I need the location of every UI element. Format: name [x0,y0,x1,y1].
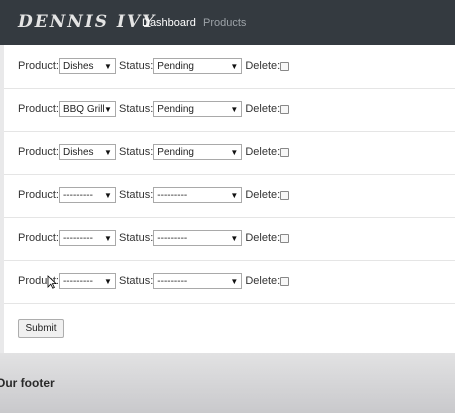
product-select[interactable]: --------- ▼ [58,187,116,203]
product-label: Product: [18,103,59,115]
chevron-down-icon: ▼ [230,105,239,114]
chevron-down-icon: ▼ [230,277,239,286]
footer-text: Our footer [0,376,55,390]
product-select-value: --------- [62,233,93,244]
product-label: Product: [18,146,59,158]
chevron-down-icon: ▼ [230,62,239,71]
status-select-value: Pending [157,104,194,115]
status-select-value: --------- [157,233,188,244]
delete-checkbox[interactable] [280,104,290,114]
brand-logo[interactable]: DENNIS IVY [18,12,156,32]
product-label: Product: [18,189,59,201]
delete-checkbox[interactable] [280,147,290,157]
product-select[interactable]: --------- ▼ [58,230,116,246]
chevron-down-icon: ▼ [104,148,112,157]
nav-link-products[interactable]: Products [203,17,246,29]
product-select-value: BBQ Grill [62,104,105,115]
delete-checkbox[interactable] [280,233,290,243]
delete-label: Delete: [245,146,281,158]
chevron-down-icon: ▼ [230,148,239,157]
status-select[interactable]: --------- ▼ [153,230,243,246]
status-label: Status: [119,189,154,201]
delete-label: Delete: [245,60,281,72]
product-select-value: Dishes [62,61,94,72]
form-row: Product: Dishes ▼ Status: Pending ▼ Delete: [4,45,455,89]
chevron-down-icon: ▼ [104,191,112,200]
chevron-down-icon: ▼ [104,62,112,71]
status-label: Status: [119,60,154,72]
form-row: Product: --------- ▼ Status: --------- ▼ Del… [4,217,455,261]
status-label: Status: [119,275,154,287]
form-row: Product: --------- ▼ Status: --------- ▼ Del… [4,174,455,218]
delete-checkbox[interactable] [280,276,290,286]
status-select-value: Pending [157,147,194,158]
formset-panel: Product: Dishes ▼ Status: Pending ▼ Delete: … [4,45,455,353]
status-select-value: --------- [157,276,188,287]
chevron-down-icon: ▼ [104,234,112,243]
chevron-down-icon: ▼ [104,105,112,114]
form-row: Product: Dishes ▼ Status: Pending ▼ Delete: [4,131,455,175]
submit-button[interactable]: Submit [18,319,64,338]
chevron-down-icon: ▼ [104,277,112,286]
product-select[interactable]: --------- ▼ [58,273,116,289]
delete-label: Delete: [245,103,281,115]
nav-link-dashboard[interactable]: Dashboard [142,17,196,29]
chevron-down-icon: ▼ [230,234,239,243]
product-select-value: --------- [62,276,93,287]
product-select[interactable]: Dishes ▼ [58,144,116,160]
product-select-value: --------- [62,190,93,201]
delete-label: Delete: [245,189,281,201]
status-label: Status: [119,232,154,244]
product-select-value: Dishes [62,147,94,158]
delete-checkbox[interactable] [280,61,290,71]
product-label: Product: [18,60,59,72]
footer: Our footer [0,353,455,413]
status-select-value: Pending [157,61,194,72]
status-select[interactable]: Pending ▼ [153,101,243,117]
navbar: DENNIS IVY Dashboard Products [0,0,455,45]
status-label: Status: [119,103,154,115]
delete-checkbox[interactable] [280,190,290,200]
product-select[interactable]: Dishes ▼ [58,58,116,74]
status-select[interactable]: --------- ▼ [153,273,243,289]
mouse-pointer-icon [47,275,57,289]
status-select-value: --------- [157,190,188,201]
status-select[interactable]: Pending ▼ [153,144,243,160]
delete-label: Delete: [245,275,281,287]
delete-label: Delete: [245,232,281,244]
chevron-down-icon: ▼ [230,191,239,200]
status-select[interactable]: Pending ▼ [153,58,243,74]
form-row: Product: BBQ Grill ▼ Status: Pending ▼ Delet… [4,88,455,132]
form-row: Product: --------- ▼ Status: --------- ▼ Del… [4,260,455,304]
product-label: Product: [18,232,59,244]
status-select[interactable]: --------- ▼ [153,187,243,203]
product-select[interactable]: BBQ Grill ▼ [58,101,116,117]
status-label: Status: [119,146,154,158]
